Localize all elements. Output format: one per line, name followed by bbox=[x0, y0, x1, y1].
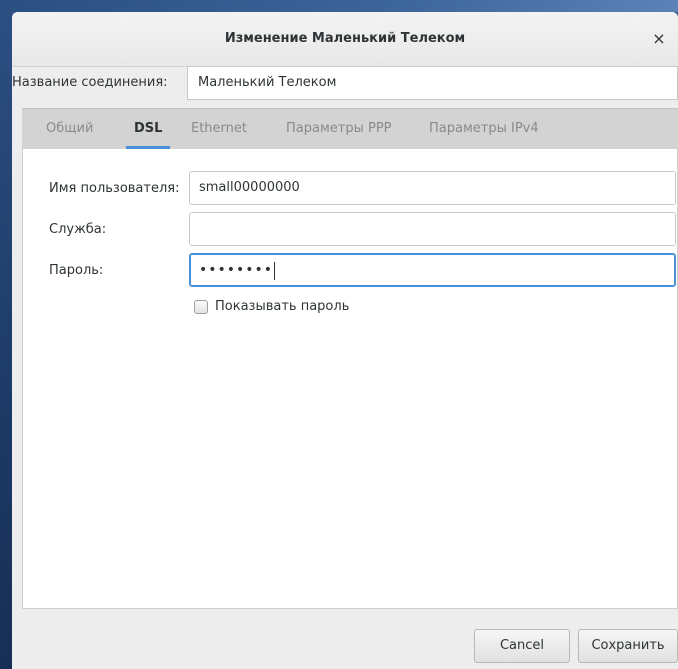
username-input[interactable]: small00000000 bbox=[189, 171, 676, 205]
connection-name-label: Название соединения: bbox=[12, 75, 168, 90]
tab-dsl[interactable]: DSL bbox=[125, 109, 172, 149]
connection-editor-dialog: Изменение Маленький Телеком × Название с… bbox=[12, 12, 678, 669]
password-label: Пароль: bbox=[49, 263, 104, 278]
desktop-background-top bbox=[0, 0, 678, 12]
tab-ipv4-settings[interactable]: Параметры IPv4 bbox=[429, 109, 539, 149]
password-masked-text: •••••••• bbox=[199, 262, 274, 278]
tab-bar: Общий DSL Ethernet Параметры PPP Парамет… bbox=[22, 108, 678, 150]
dialog-title: Изменение Маленький Телеком bbox=[224, 31, 466, 46]
password-input[interactable]: •••••••• bbox=[189, 253, 676, 287]
close-icon[interactable]: × bbox=[648, 28, 670, 50]
tab-general[interactable]: Общий bbox=[46, 109, 93, 149]
username-label: Имя пользователя: bbox=[49, 181, 180, 196]
service-label: Служба: bbox=[49, 222, 107, 237]
show-password-checkbox[interactable] bbox=[194, 300, 208, 314]
text-cursor bbox=[274, 261, 276, 280]
show-password-label[interactable]: Показывать пароль bbox=[215, 299, 349, 314]
save-button[interactable]: Сохранить bbox=[578, 629, 678, 663]
desktop-background-left bbox=[0, 0, 12, 669]
tab-ethernet[interactable]: Ethernet bbox=[191, 109, 247, 149]
tab-ppp-settings[interactable]: Параметры PPP bbox=[286, 109, 392, 149]
title-bar: Изменение Маленький Телеком × bbox=[12, 12, 678, 67]
dsl-settings-panel: Имя пользователя: small00000000 Служба: … bbox=[22, 149, 678, 609]
service-input[interactable] bbox=[189, 212, 676, 246]
cancel-button[interactable]: Cancel bbox=[474, 629, 570, 663]
connection-name-input[interactable]: Маленький Телеком bbox=[187, 66, 678, 100]
